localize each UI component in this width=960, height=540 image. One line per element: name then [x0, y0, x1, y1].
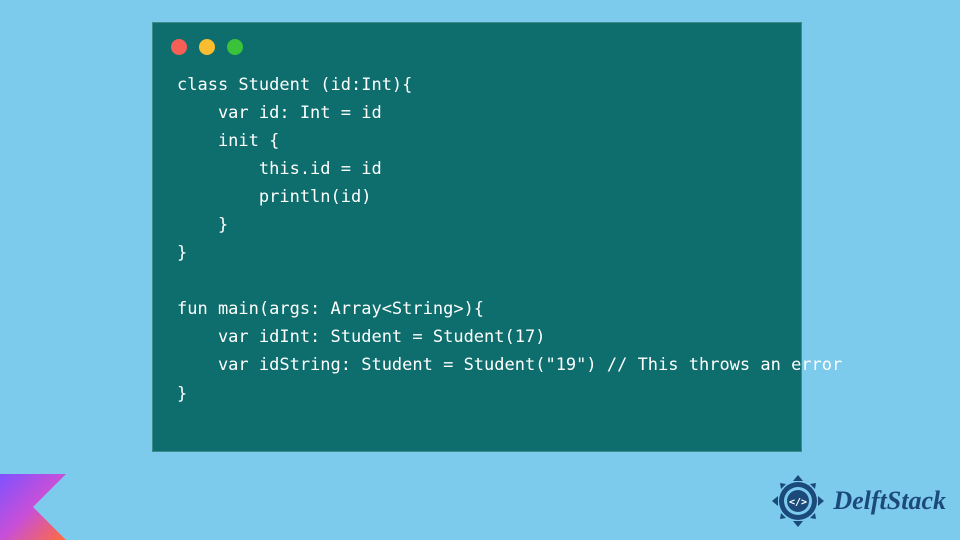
window-controls [153, 23, 801, 63]
brand-gear-icon: </> [771, 474, 825, 528]
maximize-icon [227, 39, 243, 55]
brand-name: DelftStack [833, 486, 946, 516]
code-card: class Student (id:Int){ var id: Int = id… [152, 22, 802, 452]
svg-text:</>: </> [789, 497, 807, 508]
code-block: class Student (id:Int){ var id: Int = id… [153, 63, 801, 428]
brand-badge: </> DelftStack [771, 474, 946, 528]
minimize-icon [199, 39, 215, 55]
kotlin-logo-icon [0, 474, 66, 540]
close-icon [171, 39, 187, 55]
